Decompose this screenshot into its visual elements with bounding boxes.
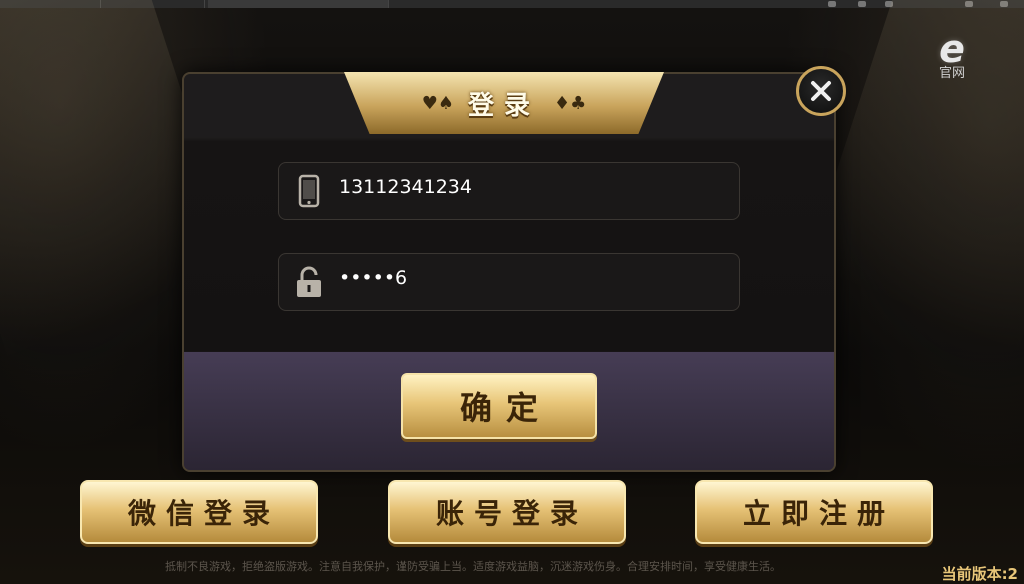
account-login-button[interactable]: 账号登录 — [388, 480, 626, 544]
window-minimize-icon[interactable] — [828, 1, 836, 7]
official-site-logo-icon: e — [939, 27, 965, 71]
window-menu-icon[interactable] — [858, 1, 866, 7]
wechat-login-button[interactable]: 微信登录 — [80, 480, 318, 544]
close-icon — [811, 81, 831, 101]
card-suits-left-icon: ♥♠ — [421, 92, 454, 114]
confirm-button[interactable]: 确定 — [401, 373, 597, 439]
dialog-title-plate: ♥♠ 登录 ♦♣ — [344, 72, 664, 134]
phone-icon — [279, 174, 339, 208]
register-now-label: 立即注册 — [742, 497, 895, 530]
dialog-title: 登录 — [467, 90, 540, 121]
card-suits-right-icon: ♦♣ — [554, 92, 587, 114]
account-login-label: 账号登录 — [435, 497, 588, 530]
official-site-label: 官网 — [938, 66, 965, 81]
unlock-icon — [279, 265, 339, 299]
phone-input[interactable] — [339, 176, 699, 198]
wechat-login-label: 微信登录 — [127, 497, 280, 530]
version-label: 当前版本:2 — [941, 565, 1018, 583]
phone-field[interactable] — [278, 162, 740, 220]
password-field[interactable] — [278, 253, 740, 311]
browser-tab-active[interactable] — [208, 0, 389, 8]
close-button[interactable] — [796, 66, 846, 116]
register-now-button[interactable]: 立即注册 — [695, 480, 933, 544]
health-gaming-notice: 抵制不良游戏，拒绝盗版游戏。注意自我保护，谨防受骗上当。适度游戏益脑，沉迷游戏伤… — [165, 560, 781, 573]
password-input[interactable] — [339, 267, 699, 289]
confirm-label: 确定 — [459, 389, 552, 427]
official-site-link[interactable]: e 官网 — [925, 27, 979, 88]
